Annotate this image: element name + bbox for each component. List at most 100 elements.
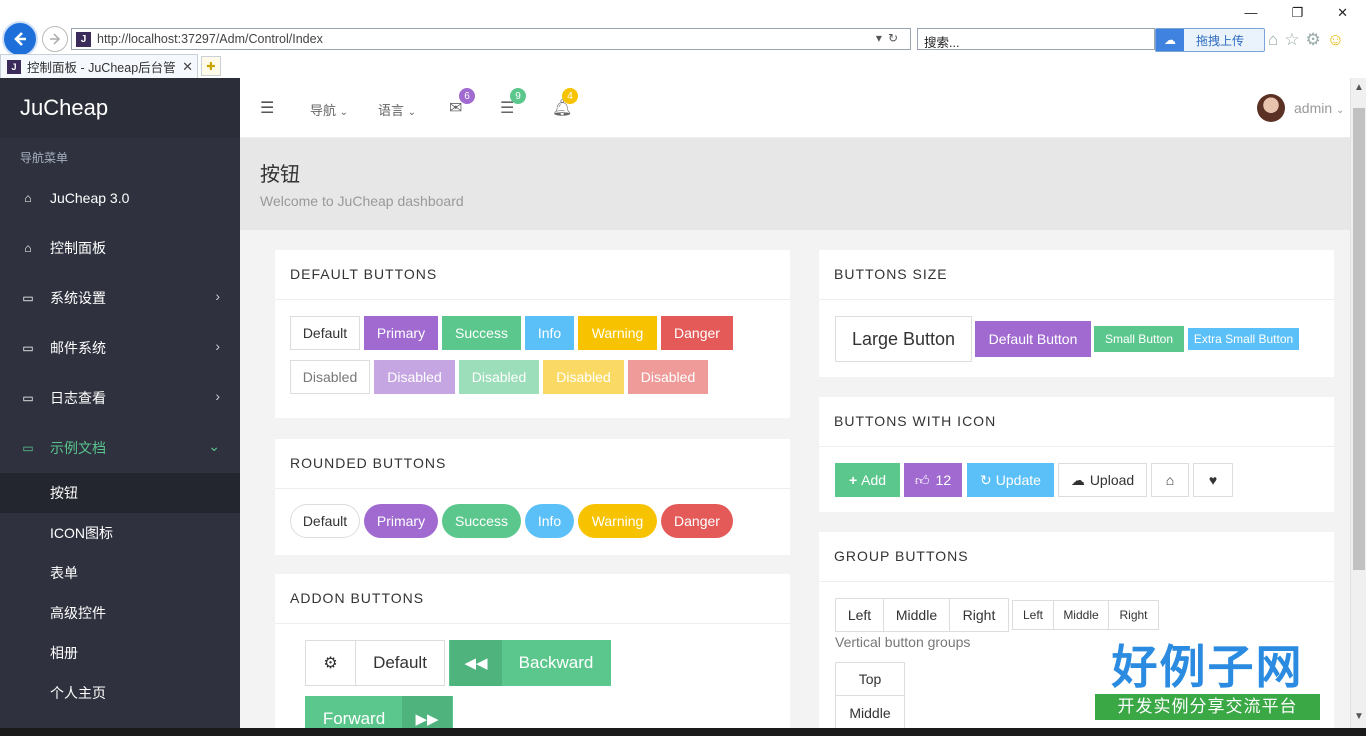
danger-button[interactable]: Danger — [661, 316, 733, 350]
update-button[interactable]: ↻ Update — [967, 463, 1054, 497]
scrollbar-thumb[interactable] — [1353, 108, 1365, 570]
nav-dropdown[interactable]: 导航 ⌄ — [310, 100, 348, 119]
panel-title: DEFAULT BUTTONS — [275, 250, 790, 300]
scroll-down-icon[interactable]: ▼ — [1354, 711, 1364, 722]
page-scrollbar[interactable]: ▲ ▼ — [1350, 78, 1366, 728]
sidebar-subitem-profile[interactable]: 个人主页 — [0, 673, 240, 713]
home-button[interactable]: ⌂ — [1151, 463, 1189, 497]
like-button[interactable]: 👍︎ 12 — [904, 463, 962, 497]
disabled-danger-button[interactable]: Disabled — [628, 360, 708, 394]
sidebar-subitem-buttons[interactable]: 按钮 — [0, 473, 240, 513]
info-button[interactable]: Info — [525, 316, 574, 350]
bell-icon[interactable]: 🔔︎ 4 — [552, 88, 578, 118]
default-button[interactable]: Default — [290, 316, 360, 350]
group-small-right-button[interactable]: Right — [1108, 601, 1158, 629]
sidebar-subitem-controls[interactable]: 高级控件 — [0, 593, 240, 633]
sidebar-subitem-icons[interactable]: ICON图标 — [0, 513, 240, 553]
group-small-left-button[interactable]: Left — [1013, 601, 1053, 629]
sidebar-subitem-gallery[interactable]: 相册 — [0, 633, 240, 673]
addon-default-label: Default — [373, 653, 427, 672]
sidebar-item-label: 控制面板 — [50, 240, 106, 256]
add-label: Add — [861, 472, 887, 488]
success-button[interactable]: Success — [442, 316, 521, 350]
tab-close-icon[interactable]: ✕ — [182, 59, 193, 75]
add-button[interactable]: + Add — [835, 463, 900, 497]
star-icon[interactable]: ☆ — [1284, 30, 1299, 50]
address-controls[interactable]: ▾↻ — [876, 31, 904, 45]
rounded-default-button[interactable]: Default — [290, 504, 360, 538]
upload-button[interactable]: ☁ Upload — [1058, 463, 1147, 497]
panel-buttons-size: BUTTONS SIZE Large Button Default Button… — [819, 250, 1334, 377]
sidebar-menu: ⌂ JuCheap 3.0 ⌂ 控制面板 ▭ 系统设置 › ▭ 邮件系统 › ▭… — [0, 173, 240, 713]
minimize-icon[interactable]: — — [1244, 5, 1257, 21]
site-favicon: J — [76, 31, 91, 47]
rounded-info-button[interactable]: Info — [525, 504, 574, 538]
browser-search-input[interactable]: 搜索... — [917, 28, 1155, 50]
bell-badge: 4 — [562, 88, 578, 104]
group-small-middle-button[interactable]: Middle — [1053, 601, 1108, 629]
back-button[interactable] — [2, 21, 38, 57]
group-middle-button[interactable]: Middle — [883, 599, 949, 631]
forward-button[interactable]: Forward ▶▶ — [305, 696, 453, 728]
new-tab-button[interactable]: ✚ — [201, 56, 221, 76]
vertical-group-label: Vertical button groups — [835, 634, 971, 650]
upload-extension-label: 拖拽上传 — [1196, 33, 1245, 48]
menu-toggle-icon[interactable]: ☰ — [260, 98, 274, 118]
home-icon[interactable]: ⌂ — [1268, 30, 1278, 50]
sidebar-item-jucheap[interactable]: ⌂ JuCheap 3.0 — [0, 173, 240, 223]
large-button[interactable]: Large Button — [835, 316, 972, 362]
close-window-icon[interactable]: ✕ — [1337, 5, 1348, 21]
sidebar-item-settings[interactable]: ▭ 系统设置 › — [0, 273, 240, 323]
chevron-right-icon: › — [215, 388, 220, 404]
arrow-left-icon — [14, 32, 26, 46]
primary-button[interactable]: Primary — [364, 316, 438, 350]
disabled-warning-button[interactable]: Disabled — [543, 360, 624, 394]
addon-default-button[interactable]: ⚙ Default — [305, 640, 445, 686]
smiley-icon[interactable]: ☺ — [1327, 30, 1344, 50]
vertical-middle-button[interactable]: Middle — [836, 696, 904, 728]
small-button[interactable]: Small Button — [1094, 326, 1184, 352]
rounded-success-button[interactable]: Success — [442, 504, 521, 538]
chevron-down-icon: ⌄ — [1336, 105, 1345, 116]
default-size-button[interactable]: Default Button — [975, 321, 1091, 357]
vertical-top-button[interactable]: Top — [836, 663, 904, 696]
rounded-primary-button[interactable]: Primary — [364, 504, 438, 538]
rounded-warning-button[interactable]: Warning — [578, 504, 657, 538]
sidebar-subitem-forms[interactable]: 表单 — [0, 553, 240, 593]
group-left-button[interactable]: Left — [836, 599, 883, 631]
extra-small-button[interactable]: Extra Small Button — [1188, 328, 1299, 350]
user-menu[interactable]: admin ⌄ — [1294, 100, 1344, 116]
upload-extension-button[interactable]: ☁ 拖拽上传 — [1155, 28, 1265, 52]
username: admin — [1294, 100, 1333, 116]
address-bar[interactable]: J http://localhost:37297/Adm/Control/Ind… — [71, 28, 911, 50]
heart-button[interactable]: ♥ — [1193, 463, 1233, 497]
avatar[interactable] — [1257, 94, 1285, 122]
browser-tab[interactable]: J 控制面板 - JuCheap后台管 ✕ — [0, 54, 198, 78]
tasks-icon[interactable]: ☰ 9 — [500, 88, 526, 118]
rounded-danger-button[interactable]: Danger — [661, 504, 733, 538]
mail-icon[interactable]: ✉ 6 — [449, 88, 475, 118]
gear-icon[interactable]: ⚙ — [1306, 30, 1321, 50]
language-dropdown[interactable]: 语言 ⌄ — [378, 100, 416, 119]
sidebar-item-logs[interactable]: ▭ 日志查看 › — [0, 373, 240, 423]
laptop-icon: ▭ — [22, 391, 34, 405]
arrow-right-icon — [50, 33, 61, 45]
brand-logo[interactable]: JuCheap — [0, 78, 240, 138]
warning-button[interactable]: Warning — [578, 316, 657, 350]
forward-button[interactable] — [42, 26, 68, 52]
scroll-up-icon[interactable]: ▲ — [1354, 82, 1364, 93]
backward-button[interactable]: ◀◀ Backward — [449, 640, 611, 686]
sidebar-item-mail[interactable]: ▭ 邮件系统 › — [0, 323, 240, 373]
sidebar-item-label: 邮件系统 — [50, 340, 106, 356]
disabled-success-button[interactable]: Disabled — [459, 360, 539, 394]
browser-toolbar-icons: ⌂ ☆ ⚙ ☺ — [1268, 30, 1344, 50]
group-right-button[interactable]: Right — [949, 599, 1008, 631]
disabled-primary-button[interactable]: Disabled — [374, 360, 455, 394]
restore-icon[interactable]: ❐ — [1291, 5, 1303, 21]
disabled-default-button[interactable]: Disabled — [290, 360, 370, 394]
button-group-default: Left Middle Right — [835, 598, 1009, 632]
sidebar-item-dashboard[interactable]: ⌂ 控制面板 — [0, 223, 240, 273]
forward-icon: ▶▶ — [402, 696, 452, 728]
sidebar-item-examples[interactable]: ▭ 示例文档 ⌄ — [0, 423, 240, 473]
panel-default-buttons: DEFAULT BUTTONS Default Primary Success … — [275, 250, 790, 418]
